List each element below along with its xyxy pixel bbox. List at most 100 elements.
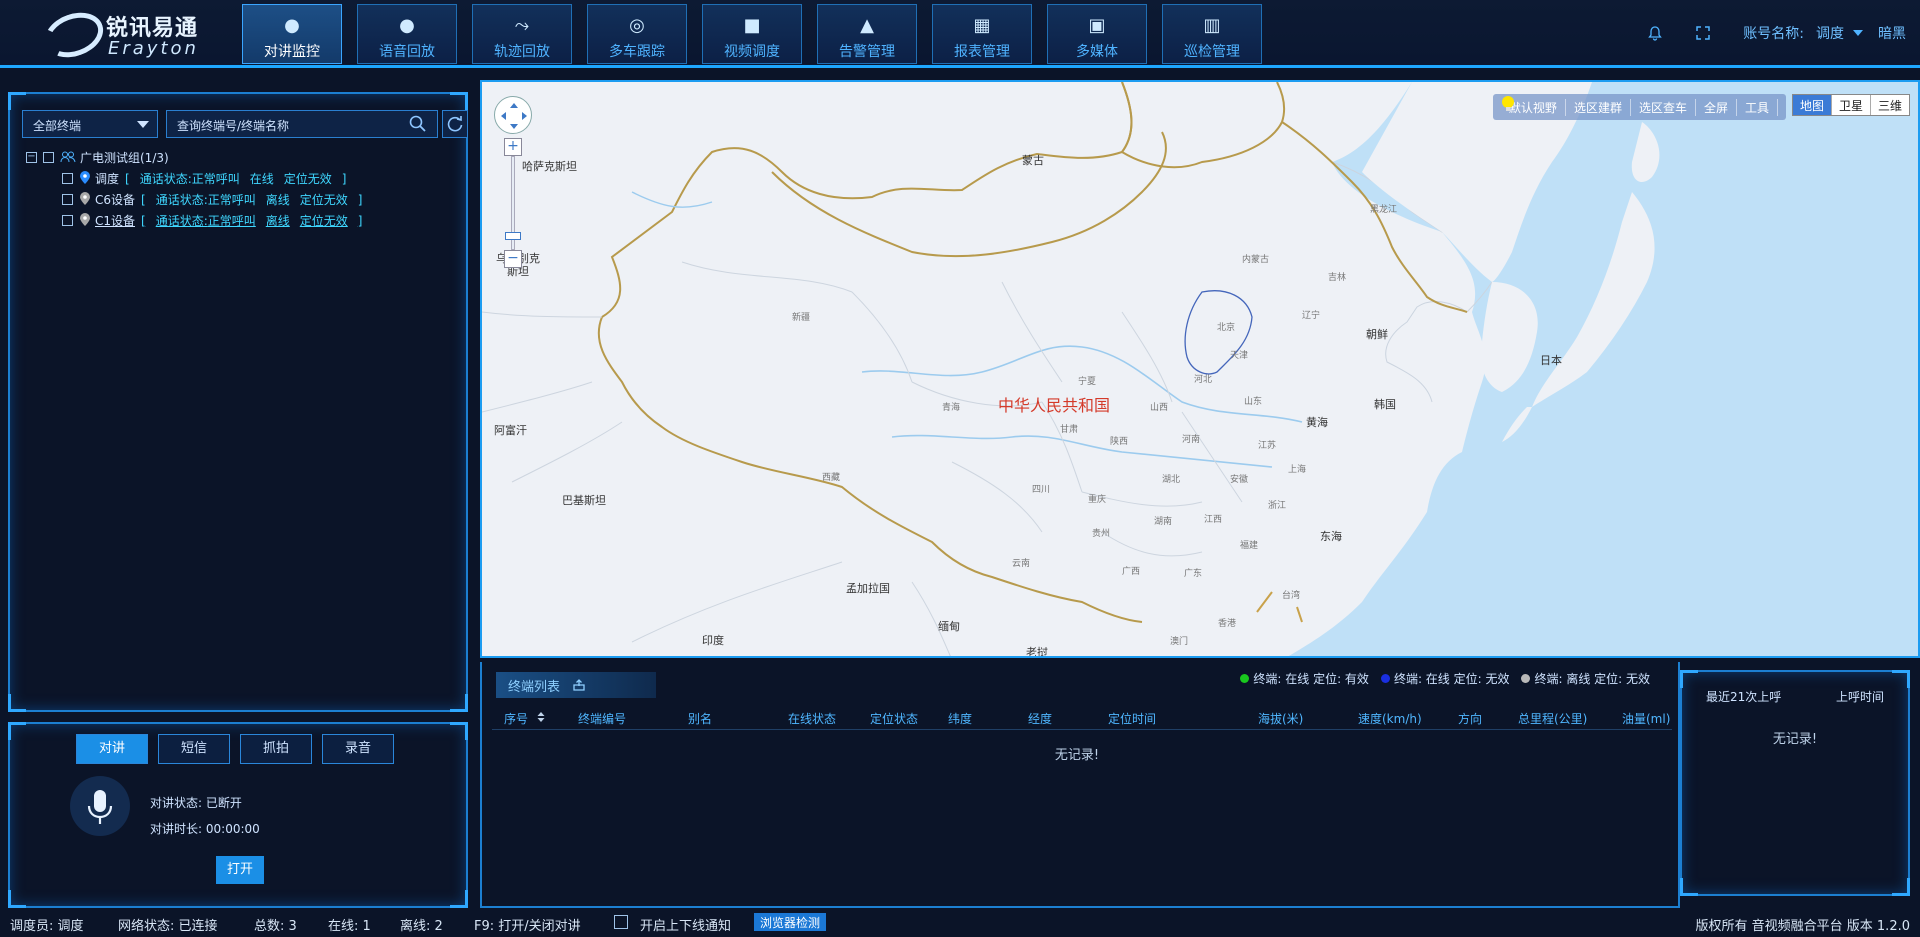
microphone-icon: ● <box>399 15 415 36</box>
nav-track-playback[interactable]: ⤳ 轨迹回放 <box>472 4 572 64</box>
recent-calls-panel: 最近21次上呼 上呼时间 无记录! <box>1680 670 1910 896</box>
zoom-out-button[interactable]: − <box>504 250 522 268</box>
nav-label: 多车跟踪 <box>609 44 665 60</box>
panel-corner <box>8 92 26 110</box>
pan-arrows-icon <box>501 103 527 129</box>
users-group-icon <box>60 151 76 163</box>
nav-multi-vehicle-tracking[interactable]: ◎ 多车跟踪 <box>587 4 687 64</box>
select-area-group-button[interactable]: 选区建群 <box>1566 98 1631 116</box>
bracket-open: [ <box>141 213 146 228</box>
chevron-down-icon[interactable] <box>1852 28 1864 38</box>
map-type-satellite[interactable]: 卫星 <box>1832 95 1871 115</box>
province-label: 江西 <box>1204 515 1223 525</box>
map-fullscreen-button[interactable]: 全屏 <box>1696 98 1737 116</box>
tools-button[interactable]: 工具 <box>1737 98 1778 116</box>
column-header[interactable]: 总里程(公里) <box>1518 710 1587 727</box>
tab-terminal-list[interactable]: 终端列表 <box>496 672 656 698</box>
notify-label: 开启上下线通知 <box>640 919 732 934</box>
export-icon[interactable] <box>572 679 586 691</box>
tree-device-row[interactable]: 调度 [通话状态:正常呼叫 在线 定位无效] <box>62 169 356 187</box>
brand-name-en: Erayton <box>108 38 199 59</box>
column-header[interactable]: 纬度 <box>948 710 972 727</box>
column-header[interactable]: 海拔(米) <box>1258 710 1303 727</box>
notify-checkbox[interactable] <box>614 915 628 929</box>
group-checkbox[interactable] <box>43 151 54 163</box>
tab-recording[interactable]: 录音 <box>322 734 394 764</box>
call-time-column: 上呼时间 <box>1835 690 1884 704</box>
theme-toggle[interactable]: 暗黑 <box>1878 23 1906 43</box>
province-label: 天津 <box>1230 351 1249 361</box>
tree-group-label: 广电测试组(1/3) <box>80 150 169 165</box>
column-header[interactable]: 速度(km/h) <box>1358 710 1422 727</box>
nav-report-management[interactable]: ▦ 报表管理 <box>932 4 1032 64</box>
nav-label: 多媒体 <box>1076 44 1118 60</box>
location-pin-icon <box>80 213 90 226</box>
column-header[interactable]: 终端编号 <box>578 710 626 727</box>
lightbulb-icon[interactable] <box>1499 94 1517 112</box>
panel-corner <box>450 890 468 908</box>
nav-inspection-management[interactable]: ▥ 巡检管理 <box>1162 4 1262 64</box>
map-label-india: 印度 <box>702 634 724 647</box>
column-header[interactable]: 定位状态 <box>870 710 918 727</box>
search-icon[interactable] <box>408 114 428 134</box>
map-pan-control[interactable] <box>494 96 532 134</box>
province-label: 台湾 <box>1282 591 1301 601</box>
terminal-search-input[interactable]: 查询终端号/终端名称 <box>166 110 438 138</box>
nav-label: 巡检管理 <box>1184 44 1240 60</box>
refresh-button[interactable] <box>442 110 468 138</box>
location-status: 定位无效 <box>283 171 332 186</box>
browser-check-button[interactable]: 浏览器检测 <box>754 913 827 931</box>
column-header[interactable]: 油量(ml) <box>1622 710 1670 727</box>
terminal-filter-select[interactable]: 全部终端 <box>22 110 158 138</box>
map-type-3d[interactable]: 三维 <box>1871 95 1909 115</box>
column-header[interactable]: 定位时间 <box>1108 710 1156 727</box>
fullscreen-icon[interactable] <box>1695 25 1711 41</box>
tab-snapshot[interactable]: 抓拍 <box>240 734 312 764</box>
nav-alarm-management[interactable]: ▲ 告警管理 <box>817 4 917 64</box>
chart-report-icon: ▦ <box>973 15 991 36</box>
province-label: 云南 <box>1012 559 1031 569</box>
tree-group-row[interactable]: − 广电测试组(1/3) <box>26 148 169 166</box>
online-status: 离线 <box>265 213 290 228</box>
nav-intercom-monitor[interactable]: ● 对讲监控 <box>242 4 342 64</box>
zoom-in-button[interactable]: + <box>504 138 522 156</box>
bell-icon[interactable] <box>1647 25 1663 41</box>
logo-ring-icon <box>38 5 110 65</box>
column-header[interactable]: 序号 <box>504 710 546 727</box>
refresh-icon <box>447 116 463 132</box>
map-view[interactable]: 哈萨克斯坦 蒙古 乌兹别克 斯坦 阿富汗 巴基斯坦 印度 孟加拉国 缅甸 老挝 … <box>480 80 1920 658</box>
device-checkbox[interactable] <box>62 193 73 205</box>
device-checkbox[interactable] <box>62 214 73 226</box>
location-pin-icon <box>80 192 90 205</box>
select-area-vehicles-button[interactable]: 选区查车 <box>1631 98 1696 116</box>
province-label: 河北 <box>1194 375 1213 385</box>
column-header[interactable]: 方向 <box>1458 710 1482 727</box>
map-type-map[interactable]: 地图 <box>1792 95 1832 115</box>
panel-corner <box>8 694 26 712</box>
microphone-button[interactable] <box>70 776 130 836</box>
open-intercom-button[interactable]: 打开 <box>216 856 264 884</box>
tab-sms[interactable]: 短信 <box>158 734 230 764</box>
header-right: 账号名称: 调度 暗黑 <box>1647 22 1906 44</box>
status-bar: 调度员: 调度 网络状态: 已连接 总数: 3 在线: 1 离线: 2 F9: … <box>0 908 1920 937</box>
column-header[interactable]: 经度 <box>1028 710 1052 727</box>
nav-video-dispatch[interactable]: ■ 视频调度 <box>702 4 802 64</box>
tree-device-row[interactable]: C1设备 [通话状态:正常呼叫 离线 定位无效] <box>62 211 372 229</box>
device-checkbox[interactable] <box>62 172 73 184</box>
map-toolbar: 默认视野 选区建群 选区查车 全屏 工具 <box>1492 94 1786 120</box>
nav-multimedia[interactable]: ▣ 多媒体 <box>1047 4 1147 64</box>
nav-voice-playback[interactable]: ● 语音回放 <box>357 4 457 64</box>
account-name[interactable]: 调度 <box>1816 23 1844 43</box>
collapse-toggle-icon[interactable]: − <box>26 151 37 163</box>
column-header[interactable]: 别名 <box>688 710 712 727</box>
zoom-control[interactable]: + − <box>504 138 522 268</box>
map-label-bangladesh: 孟加拉国 <box>846 582 890 595</box>
column-header[interactable]: 在线状态 <box>788 710 836 727</box>
sort-icon[interactable] <box>536 711 546 723</box>
tree-device-row[interactable]: C6设备 [通话状态:正常呼叫 离线 定位无效] <box>62 190 372 208</box>
province-label: 山东 <box>1244 397 1263 407</box>
map-label-yellow-sea: 黄海 <box>1306 416 1328 429</box>
map-label-pakistan: 巴基斯坦 <box>562 494 606 507</box>
tab-intercom[interactable]: 对讲 <box>76 734 148 764</box>
zoom-slider-handle[interactable] <box>505 232 521 240</box>
